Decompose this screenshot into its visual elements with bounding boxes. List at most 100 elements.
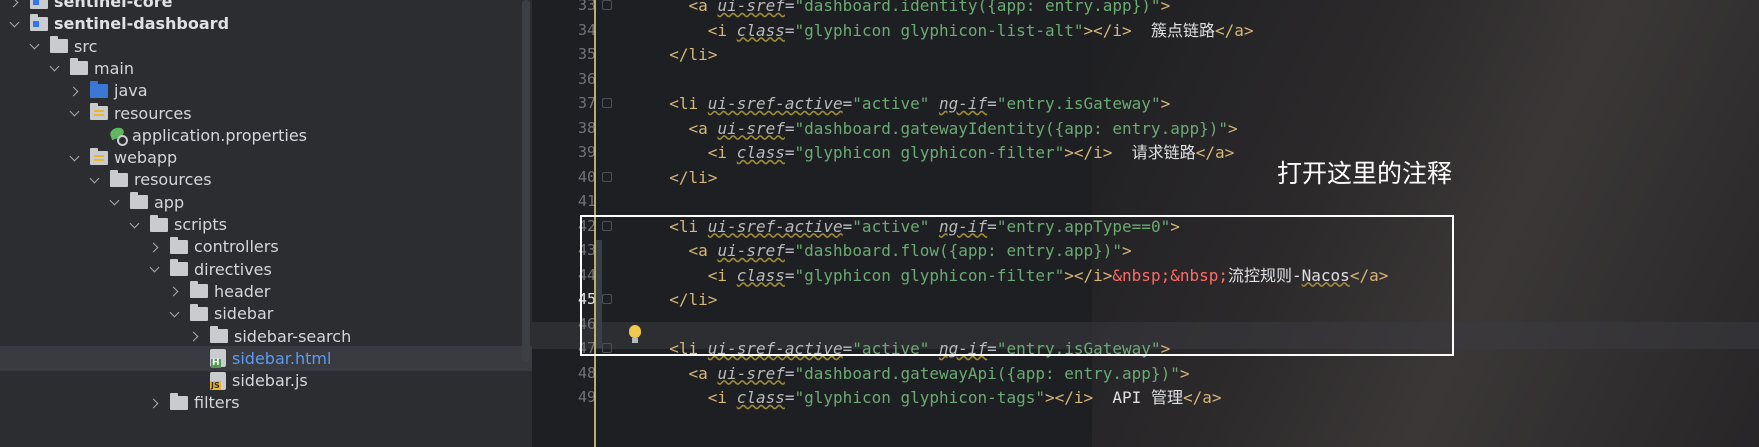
chevron-down-icon[interactable] — [68, 151, 82, 165]
fold-marker-icon[interactable] — [602, 343, 612, 353]
tree-row-label: sidebar.html — [232, 348, 332, 368]
tree-row[interactable]: src — [0, 34, 532, 59]
tree-row[interactable]: application.properties — [0, 123, 532, 148]
code-token: API 管理 — [1093, 388, 1183, 407]
code-token: = — [784, 388, 795, 407]
tree-row[interactable]: sentinel-dashboard — [0, 11, 532, 36]
tree-row[interactable]: resources — [0, 167, 532, 192]
folder-icon — [130, 192, 148, 210]
tree-row-label: sentinel-dashboard — [54, 14, 230, 34]
chevron-down-icon[interactable] — [8, 17, 22, 31]
fold-marker-icon[interactable] — [602, 171, 612, 182]
tree-row[interactable]: main — [0, 56, 532, 81]
tree-row-label: src — [74, 36, 98, 56]
tree-row[interactable]: scripts — [0, 212, 532, 237]
tree-row[interactable]: controllers — [0, 234, 532, 259]
line-number: 37 — [577, 94, 596, 112]
chevron-down-icon[interactable] — [88, 173, 102, 187]
code-line[interactable]: <a ui-sref="dashboard.gatewayApi({app: e… — [650, 360, 1190, 387]
chevron-down-icon[interactable] — [168, 307, 182, 321]
code-token: "glyphicon glyphicon-list-alt" — [794, 20, 1084, 40]
folder-icon — [170, 236, 188, 254]
chevron-right-icon[interactable] — [148, 240, 162, 254]
properties-file-icon — [110, 126, 128, 147]
code-token: </li> — [669, 167, 718, 187]
source-folder-icon — [90, 80, 108, 98]
folder-icon — [70, 58, 88, 76]
code-token: > — [1228, 118, 1238, 138]
chevron-down-icon[interactable] — [128, 218, 142, 232]
tree-row[interactable]: webapp — [0, 145, 532, 170]
code-token: class — [736, 388, 785, 407]
tree-row[interactable]: resources — [0, 101, 532, 126]
tree-row[interactable]: java — [0, 78, 532, 103]
tree-row[interactable]: sidebar.js — [0, 368, 532, 393]
code-token: = — [784, 118, 795, 138]
code-line[interactable]: </li> — [650, 41, 717, 68]
project-tree-scrollbar[interactable] — [522, 0, 530, 362]
code-token: <li — [669, 94, 708, 113]
fold-marker-icon[interactable] — [602, 0, 612, 10]
chevron-down-icon[interactable] — [68, 106, 82, 120]
code-token: = — [784, 143, 795, 162]
fold-marker-icon[interactable] — [602, 220, 612, 231]
chevron-right-icon[interactable] — [148, 396, 162, 410]
tree-row-label: sidebar — [214, 304, 274, 324]
tree-row-label: app — [154, 192, 185, 212]
line-number: 48 — [577, 363, 596, 382]
html-file-icon — [210, 349, 226, 369]
annotation-text: 打开这里的注释 — [1277, 159, 1453, 188]
code-token: class — [736, 143, 785, 162]
tree-row[interactable]: filters — [0, 390, 532, 415]
fold-marker-icon[interactable] — [602, 294, 612, 304]
folder-icon — [190, 303, 208, 321]
tree-row[interactable]: app — [0, 190, 532, 215]
chevron-down-icon[interactable] — [28, 39, 42, 53]
chevron-right-icon[interactable] — [68, 84, 82, 98]
code-token: ui-sref-active — [707, 94, 843, 113]
code-line[interactable]: <a ui-sref="dashboard.gatewayIdentity({a… — [650, 115, 1238, 142]
code-token: <a — [688, 363, 718, 383]
code-token: "entry.isGateway" — [996, 94, 1161, 113]
tree-row[interactable]: sidebar.html — [0, 345, 532, 371]
chevron-right-icon[interactable] — [168, 284, 182, 298]
code-token: </a> — [1214, 20, 1254, 40]
folder-icon — [150, 214, 168, 232]
code-token: </i> — [1093, 20, 1132, 40]
tree-row[interactable]: directives — [0, 257, 532, 282]
tree-row-label: resources — [114, 103, 192, 123]
code-token: ui-sref — [717, 0, 785, 15]
code-line[interactable]: <i class="glyphicon glyphicon-filter"></… — [650, 139, 1234, 166]
tree-row[interactable]: header — [0, 279, 532, 304]
fold-marker-icon[interactable] — [602, 98, 612, 108]
resources-folder-icon — [90, 103, 108, 120]
code-token: "active" — [852, 94, 930, 113]
code-token: </a> — [1195, 143, 1235, 162]
chevron-down-icon[interactable] — [108, 195, 122, 209]
chevron-down-icon[interactable] — [148, 262, 162, 276]
tree-row-label: sidebar.js — [232, 371, 308, 391]
tree-row-label: filters — [194, 393, 240, 413]
line-number: 41 — [577, 192, 596, 210]
code-token: = — [842, 94, 853, 113]
tree-row-label: resources — [134, 170, 212, 190]
code-line[interactable]: <i class="glyphicon glyphicon-tags"></i>… — [650, 384, 1222, 411]
code-token: class — [736, 20, 785, 40]
code-token: = — [784, 363, 795, 383]
chevron-down-icon[interactable] — [48, 61, 62, 75]
chevron-right-icon[interactable] — [188, 329, 202, 343]
tree-row-label: sidebar-search — [234, 326, 352, 346]
code-token: = — [784, 0, 795, 15]
code-line[interactable]: <i class="glyphicon glyphicon-list-alt">… — [650, 17, 1254, 44]
tree-row[interactable]: sidebar — [0, 301, 532, 326]
code-token: = — [784, 20, 795, 40]
line-number: 39 — [577, 143, 596, 161]
code-line[interactable]: <li ui-sref-active="active" ng-if="entry… — [650, 90, 1170, 117]
code-line[interactable]: </li> — [650, 164, 717, 191]
chevron-right-icon[interactable] — [8, 0, 22, 9]
tree-row[interactable]: sidebar-search — [0, 324, 532, 349]
code-editor[interactable]: 33 34 35 36 37 38 39 40 41 42 43 44 45 46 47 48 49 <a ui… — [532, 0, 1759, 447]
